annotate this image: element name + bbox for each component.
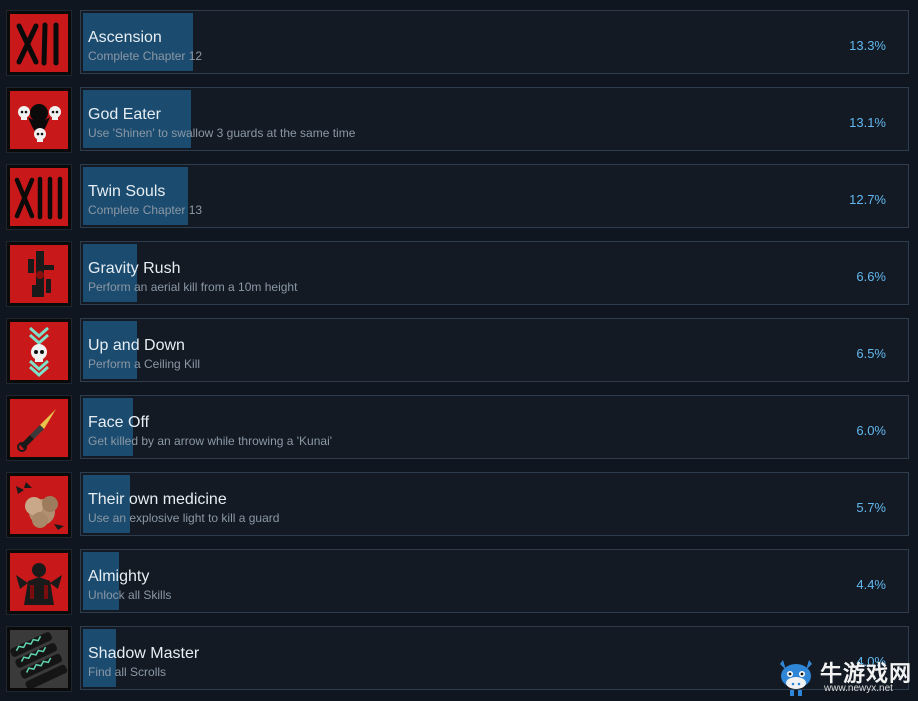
unlock-percentage: 5.7%: [856, 500, 886, 515]
unlock-percentage: 4.4%: [856, 577, 886, 592]
achievement-description: Unlock all Skills: [88, 588, 172, 602]
unlock-percentage: 6.0%: [856, 423, 886, 438]
three-skulls-icon: [10, 91, 68, 149]
achievement-icon-frame: [6, 164, 72, 230]
achievement-row[interactable]: Twin Souls Complete Chapter 13 12.7%: [0, 164, 918, 230]
achievement-description: Use 'Shinen' to swallow 3 guards at the …: [88, 126, 356, 140]
achievement-icon-frame: [6, 241, 72, 307]
achievement-title: Ascension: [88, 29, 162, 46]
unlock-percentage: 6.6%: [856, 269, 886, 284]
achievement-description: Perform a Ceiling Kill: [88, 357, 201, 371]
falling-ninja-icon: [10, 245, 68, 303]
achievement-row[interactable]: Their own medicine Use an explosive light…: [0, 472, 918, 538]
chapter-xii-icon: [10, 14, 68, 72]
achievement-description: Get killed by an arrow while throwing a …: [88, 434, 333, 448]
kunai-icon: [10, 399, 68, 457]
achievement-icon-frame: [6, 626, 72, 692]
achievement-title: Gravity Rush: [88, 260, 181, 277]
unlock-percentage: 6.5%: [856, 346, 886, 361]
achievement-title: Twin Souls: [88, 183, 166, 200]
achievement-row[interactable]: Up and Down Perform a Ceiling Kill 6.5%: [0, 318, 918, 384]
achievement-row[interactable]: God Eater Use 'Shinen' to swallow 3 guard…: [0, 87, 918, 153]
achievement-title: God Eater: [88, 106, 161, 123]
achievement-description: Perform an aerial kill from a 10m height: [88, 280, 298, 294]
skull-arrows-icon: [10, 322, 68, 380]
achievement-card: Their own medicine Use an explosive light…: [80, 472, 909, 536]
site-watermark: 牛游戏网 www.newyx.net: [774, 654, 918, 700]
achievement-card: Ascension Complete Chapter 12 13.3%: [80, 10, 909, 74]
achievement-row[interactable]: Face Off Get killed by an arrow while thr…: [0, 395, 918, 461]
achievement-icon-frame: [6, 395, 72, 461]
achievement-card: Twin Souls Complete Chapter 13 12.7%: [80, 164, 909, 228]
achievement-title: Shadow Master: [88, 645, 200, 662]
achievement-row[interactable]: Ascension Complete Chapter 12 13.3%: [0, 10, 918, 76]
explosion-icon: [10, 476, 68, 534]
achievement-description: Use an explosive light to kill a guard: [88, 511, 280, 525]
chapter-xiii-icon: [10, 168, 68, 226]
achievement-card: God Eater Use 'Shinen' to swallow 3 guard…: [80, 87, 909, 151]
achievement-card: Up and Down Perform a Ceiling Kill 6.5%: [80, 318, 909, 382]
unlock-percentage: 12.7%: [849, 192, 886, 207]
achievement-title: Up and Down: [88, 337, 185, 354]
unlock-percentage: 13.3%: [849, 38, 886, 53]
achievement-icon-frame: [6, 10, 72, 76]
achievement-title: Their own medicine: [88, 491, 227, 508]
achievement-list: Ascension Complete Chapter 12 13.3% God Eat…: [0, 0, 918, 701]
achievement-description: Complete Chapter 12: [88, 49, 203, 63]
achievement-row[interactable]: Almighty Unlock all Skills 4.4%: [0, 549, 918, 615]
scrolls-icon: [10, 630, 68, 688]
achievement-description: Complete Chapter 13: [88, 203, 203, 217]
achievement-icon-frame: [6, 318, 72, 384]
achievement-card: Gravity Rush Perform an aerial kill from …: [80, 241, 909, 305]
achievement-title: Almighty: [88, 568, 150, 585]
demon-silhouette-icon: [10, 553, 68, 611]
achievement-title: Face Off: [88, 414, 150, 431]
achievement-card: Face Off Get killed by an arrow while thr…: [80, 395, 909, 459]
achievement-row[interactable]: Gravity Rush Perform an aerial kill from …: [0, 241, 918, 307]
watermark-url: www.newyx.net: [824, 683, 893, 694]
unlock-percentage: 13.1%: [849, 115, 886, 130]
cow-logo-icon: [780, 660, 812, 696]
achievement-icon-frame: [6, 472, 72, 538]
achievement-icon-frame: [6, 549, 72, 615]
achievement-card: Almighty Unlock all Skills 4.4%: [80, 549, 909, 613]
achievement-description: Find all Scrolls: [88, 665, 167, 679]
achievement-icon-frame: [6, 87, 72, 153]
